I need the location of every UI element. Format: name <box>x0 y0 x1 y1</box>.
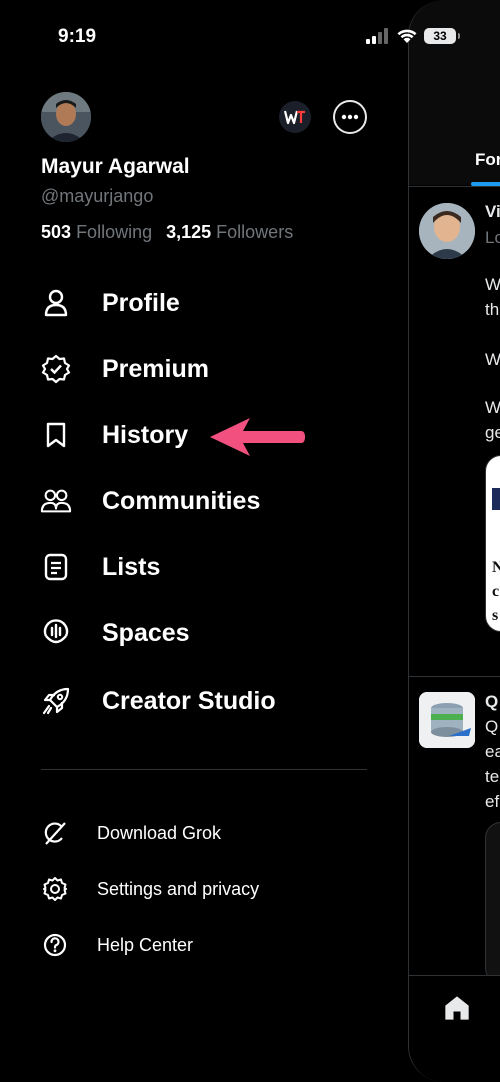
post-card[interactable] <box>485 822 500 984</box>
post-author: Vi <box>485 202 500 221</box>
menu-label: Communities <box>102 486 261 515</box>
bookmark-icon <box>40 419 72 451</box>
profile-handle[interactable]: @mayurjango <box>41 186 153 207</box>
highlight-arrow <box>206 416 306 463</box>
verified-badge-icon <box>40 353 72 385</box>
menu-item-premium[interactable]: Premium <box>40 349 209 389</box>
gear-icon <box>40 874 70 904</box>
follow-stats: 503 Following 3,125 Followers <box>41 222 293 243</box>
menu-item-history[interactable]: History <box>40 415 188 455</box>
post-card[interactable]: N c s <box>485 455 500 632</box>
rocket-icon <box>40 685 72 717</box>
post-text: W <box>485 275 500 294</box>
menu-label: Premium <box>102 354 209 383</box>
bottom-nav <box>409 975 500 1082</box>
menu-label: Spaces <box>102 618 190 647</box>
menu-label: Settings and privacy <box>97 878 260 899</box>
home-icon[interactable] <box>443 994 471 1027</box>
menu-label: Download Grok <box>97 822 222 843</box>
menu-label: Help Center <box>97 934 194 955</box>
post-text: te <box>485 767 500 786</box>
microphone-icon <box>40 617 72 649</box>
menu-item-communities[interactable]: Communities <box>40 481 260 521</box>
status-time: 9:19 <box>58 26 97 47</box>
signal-icon <box>366 28 388 44</box>
post-text: W <box>485 398 500 417</box>
following-link[interactable]: 503 Following <box>41 222 152 243</box>
avatar[interactable] <box>41 92 91 142</box>
person-icon <box>40 287 72 319</box>
timeline-background: For Vi Lo W th W W ge N c s Q <box>408 0 500 1082</box>
menu-label: Lists <box>102 552 161 581</box>
wifi-icon <box>397 29 417 43</box>
post-text: ge <box>485 423 500 442</box>
post-text: ef <box>485 792 500 811</box>
menu-item-creator-studio[interactable]: Creator Studio <box>40 681 276 721</box>
post-avatar[interactable] <box>419 692 475 748</box>
menu-label: Creator Studio <box>102 686 276 715</box>
menu-label: Profile <box>102 288 180 317</box>
menu-item-download-grok[interactable]: Download Grok <box>40 817 221 849</box>
grok-icon <box>40 818 70 848</box>
battery-tip <box>458 33 460 39</box>
more-options-button[interactable] <box>333 100 367 134</box>
help-icon <box>40 930 70 960</box>
menu-item-profile[interactable]: Profile <box>40 283 180 323</box>
post-avatar[interactable] <box>419 203 475 259</box>
tab-for-you[interactable]: For <box>475 150 500 170</box>
menu-item-lists[interactable]: Lists <box>40 547 160 587</box>
post-text: Q <box>485 717 499 736</box>
menu-item-help-center[interactable]: Help Center <box>40 929 193 961</box>
post-handle: Lo <box>485 228 500 247</box>
status-icons: 33 <box>366 28 460 44</box>
post-text: ea <box>485 742 500 761</box>
menu-divider <box>41 769 367 770</box>
battery-icon: 33 <box>424 28 456 44</box>
card-image <box>492 488 500 510</box>
people-icon <box>40 485 72 517</box>
post-author: Q <box>485 692 499 711</box>
menu-label: History <box>102 420 189 449</box>
post-text: th <box>485 300 500 319</box>
list-icon <box>40 551 72 583</box>
divider <box>409 676 500 677</box>
divider <box>409 186 500 187</box>
more-icon <box>341 114 359 120</box>
post-text: W <box>485 350 500 369</box>
wt-logo-icon[interactable] <box>279 101 311 133</box>
card-title: N c s <box>492 559 500 624</box>
profile-name[interactable]: Mayur Agarwal <box>41 155 190 179</box>
menu-item-spaces[interactable]: Spaces <box>40 613 190 653</box>
menu-item-settings-privacy[interactable]: Settings and privacy <box>40 873 259 905</box>
followers-link[interactable]: 3,125 Followers <box>166 222 293 243</box>
